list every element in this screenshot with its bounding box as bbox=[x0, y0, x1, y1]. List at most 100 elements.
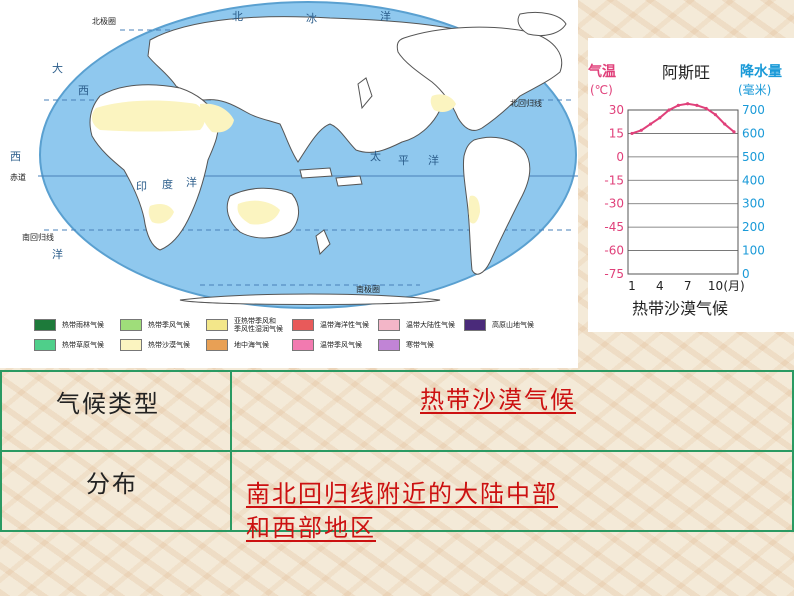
temperature-tick-label: -30 bbox=[604, 197, 624, 211]
tropic-of-capricorn-label: 南回归线 bbox=[22, 232, 54, 242]
atlantic-ocean-char-west: 西 bbox=[10, 150, 21, 163]
temperature-point bbox=[695, 103, 699, 107]
sahara-desert bbox=[91, 100, 205, 132]
temperature-point bbox=[658, 116, 662, 120]
legend-item-highland: 高原山地气候 bbox=[464, 318, 534, 332]
legend-swatch bbox=[292, 339, 314, 351]
atlantic-ocean-char-south: 洋 bbox=[52, 247, 63, 261]
map-legend: 热带雨林气候 热带季风气候 亚热带季风和 季风性湿润气候 温带海洋性气候 温带大… bbox=[34, 317, 554, 358]
climate-type-answer: 热带沙漠气候 bbox=[420, 386, 576, 414]
precipitation-tick-label: 100 bbox=[742, 244, 765, 258]
distribution-answer-line2: 和西部地区 bbox=[246, 514, 376, 542]
temperature-point bbox=[732, 130, 736, 134]
antarctic-circle-label: 南极圈 bbox=[356, 284, 380, 294]
indonesia-islands bbox=[299, 167, 333, 179]
temperature-tick-label: -45 bbox=[604, 220, 624, 234]
month-tick-label: 4 bbox=[656, 279, 664, 293]
distribution-label: 分布 bbox=[86, 470, 138, 498]
legend-label: 热带季风气候 bbox=[148, 321, 190, 329]
climate-type-label: 气候类型 bbox=[56, 390, 160, 418]
legend-label: 高原山地气候 bbox=[492, 321, 534, 329]
legend-swatch bbox=[34, 339, 56, 351]
arctic-ocean-char-1: 北 bbox=[232, 10, 243, 23]
table-border-divider bbox=[230, 370, 232, 532]
legend-item-subtropical-monsoon: 亚热带季风和 季风性湿润气候 bbox=[206, 317, 283, 333]
temperature-series bbox=[630, 102, 736, 136]
temperature-tick-label: 0 bbox=[616, 150, 624, 164]
legend-swatch bbox=[120, 339, 142, 351]
legend-label: 亚热带季风和 季风性湿润气候 bbox=[234, 317, 283, 333]
temperature-axis-label: 气温 bbox=[588, 63, 616, 80]
precipitation-axis-unit: (毫米) bbox=[738, 82, 771, 97]
plot-frame bbox=[627, 109, 739, 275]
world-climate-map: 北极圈 北回归线 赤道 南回归线 南极圈 北 冰 洋 太 平 洋 印 度 洋 大… bbox=[0, 0, 578, 368]
legend-item-temperate-maritime: 温带海洋性气候 bbox=[292, 318, 369, 332]
precipitation-tick-label: 300 bbox=[742, 197, 765, 211]
climate-chart-panel: 30 15 0 -15 -30 -45 -60 -75 700 600 500 400 300 200 1… bbox=[588, 38, 794, 332]
legend-swatch bbox=[378, 319, 400, 331]
legend-label: 温带大陆性气候 bbox=[406, 321, 455, 329]
temperature-point bbox=[630, 131, 634, 136]
legend-item-tropical-desert: 热带沙漠气候 bbox=[120, 338, 190, 352]
new-guinea-island bbox=[335, 175, 363, 187]
temperature-point bbox=[667, 108, 671, 112]
month-axis-ticks: 1 4 7 10 (月) bbox=[628, 279, 745, 293]
precipitation-tick-label: 200 bbox=[742, 220, 765, 234]
temperature-tick-label: 15 bbox=[609, 126, 624, 140]
precipitation-tick-label: 700 bbox=[742, 103, 765, 117]
table-border-left bbox=[0, 370, 2, 532]
temperature-point bbox=[676, 103, 680, 107]
precipitation-tick-label: 400 bbox=[742, 173, 765, 187]
arctic-ocean-char-3: 洋 bbox=[380, 9, 391, 23]
chart-caption: 热带沙漠气候 bbox=[632, 299, 728, 318]
legend-item-tropical-savanna: 热带草原气候 bbox=[34, 338, 104, 352]
precipitation-axis-ticks: 7006005004003002001000 bbox=[742, 103, 765, 281]
precipitation-tick-label: 500 bbox=[742, 150, 765, 164]
chart-grid bbox=[628, 109, 738, 275]
temperature-point bbox=[639, 128, 643, 132]
legend-item-polar: 寒带气候 bbox=[378, 338, 434, 352]
legend-item-tropical-monsoon: 热带季风气候 bbox=[120, 318, 190, 332]
arctic-circle-label: 北极圈 bbox=[92, 16, 116, 26]
legend-label: 热带沙漠气候 bbox=[148, 341, 190, 349]
legend-swatch bbox=[206, 339, 228, 351]
distribution-answer-line1: 南北回归线附近的大陆中部 bbox=[246, 480, 558, 508]
indian-ocean-char-1: 印 bbox=[136, 180, 147, 193]
legend-label: 温带季风气候 bbox=[320, 341, 362, 349]
tropic-of-cancer-label: 北回归线 bbox=[510, 98, 542, 108]
table-border-bottom bbox=[0, 530, 794, 532]
temperature-tick-label: 30 bbox=[609, 103, 624, 117]
legend-label: 温带海洋性气候 bbox=[320, 321, 369, 329]
precipitation-tick-label: 600 bbox=[742, 126, 765, 140]
legend-swatch bbox=[206, 319, 228, 331]
greenland-landmass bbox=[517, 11, 567, 37]
temperature-tick-label: -15 bbox=[604, 173, 624, 187]
temperature-point bbox=[713, 113, 718, 117]
month-tick-label: (月) bbox=[723, 279, 744, 293]
legend-item-tropical-rainforest: 热带雨林气候 bbox=[34, 318, 104, 332]
month-tick-label: 1 bbox=[628, 279, 636, 293]
legend-item-temperate-monsoon: 温带季风气候 bbox=[292, 338, 362, 352]
chart-title: 阿斯旺 bbox=[662, 63, 710, 82]
climate-info-table: 气候类型 热带沙漠气候 分布 南北回归线附近的大陆中部 和西部地区 bbox=[0, 370, 794, 542]
legend-item-temperate-continental: 温带大陆性气候 bbox=[378, 318, 455, 332]
indian-ocean-char-3: 洋 bbox=[186, 175, 197, 189]
legend-label: 热带雨林气候 bbox=[62, 321, 104, 329]
temperature-point bbox=[686, 102, 690, 106]
temperature-point bbox=[648, 122, 653, 126]
pacific-ocean-char-1: 太 bbox=[370, 150, 381, 163]
pacific-ocean-char-2: 平 bbox=[398, 154, 409, 167]
legend-label: 热带草原气候 bbox=[62, 341, 104, 349]
month-tick-label: 7 bbox=[684, 279, 692, 293]
atlantic-ocean-char-1: 大 bbox=[52, 61, 63, 75]
temperature-tick-label: -60 bbox=[604, 244, 624, 258]
table-border-middle bbox=[0, 450, 794, 452]
legend-label: 地中海气候 bbox=[234, 341, 269, 349]
table-border-top bbox=[0, 370, 794, 372]
map-drawing: 北极圈 北回归线 赤道 南回归线 南极圈 北 冰 洋 太 平 洋 印 度 洋 大… bbox=[10, 1, 578, 309]
temperature-axis-unit: (℃) bbox=[590, 83, 613, 97]
temperature-axis-ticks: 30 15 0 -15 -30 -45 -60 -75 bbox=[604, 103, 624, 281]
atlantic-ocean-char-2: 西 bbox=[78, 84, 89, 97]
legend-swatch bbox=[464, 319, 486, 331]
legend-label: 寒带气候 bbox=[406, 341, 434, 349]
